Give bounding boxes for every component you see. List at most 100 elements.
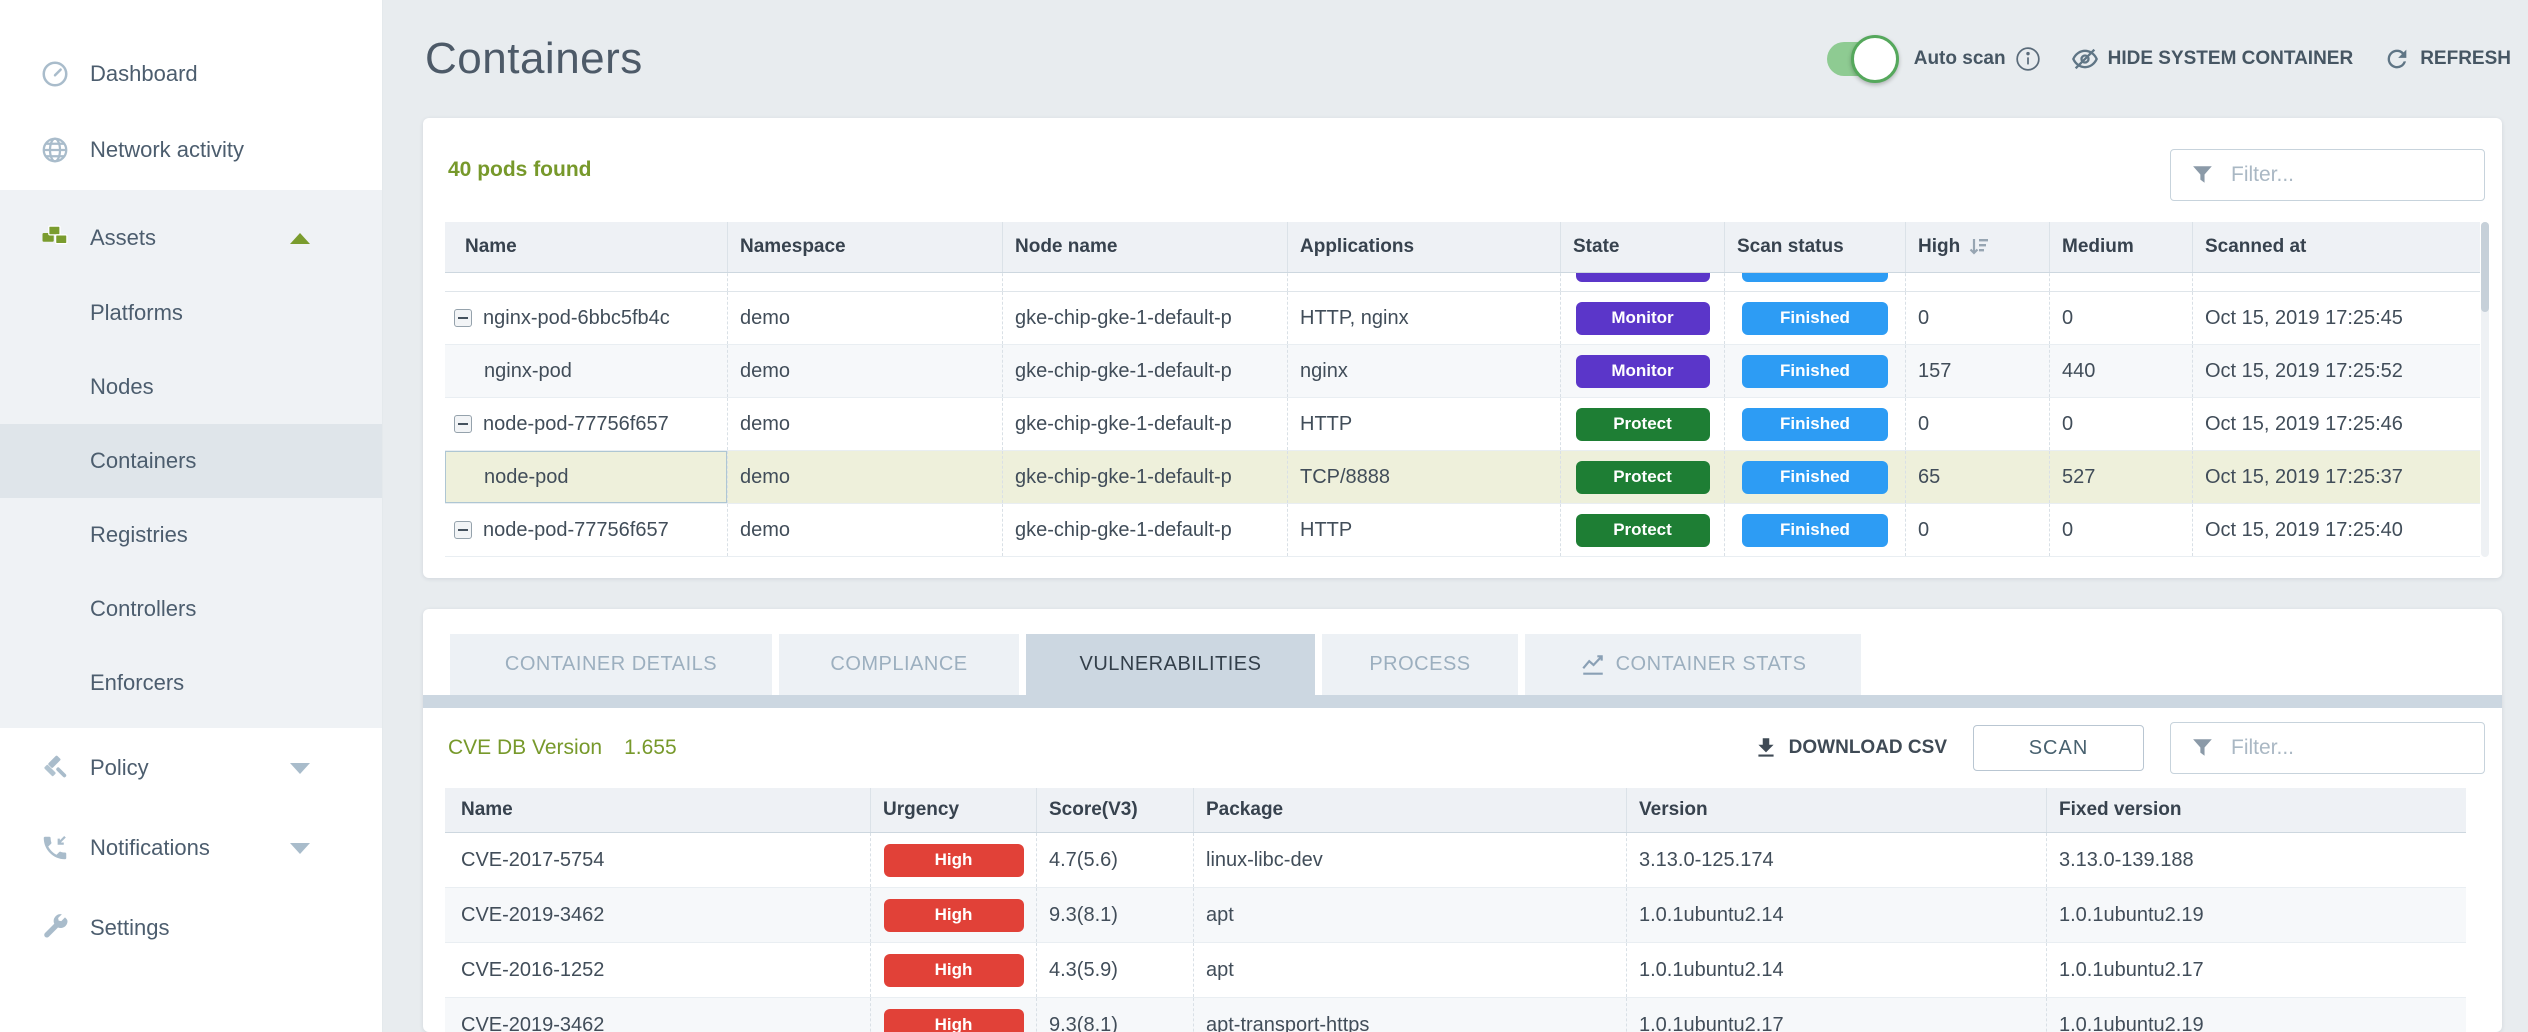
hide-system-container-button[interactable]: HIDE SYSTEM CONTAINER — [2071, 45, 2354, 73]
cve-package: apt — [1193, 888, 1626, 942]
column-header-applications[interactable]: Applications — [1287, 222, 1560, 272]
tab-process[interactable]: PROCESS — [1322, 634, 1518, 695]
cve-row[interactable]: CVE-2019-3462 High 9.3(8.1) apt 1.0.1ubu… — [445, 888, 2466, 943]
sort-desc-icon — [1968, 236, 1992, 258]
sidebar-item-nodes[interactable]: Nodes — [0, 350, 382, 424]
download-csv-button[interactable]: DOWNLOAD CSV — [1753, 735, 1947, 761]
hide-system-container-label: HIDE SYSTEM CONTAINER — [2108, 48, 2354, 70]
column-header-state[interactable]: State — [1560, 222, 1724, 272]
cve-row[interactable]: CVE-2016-1252 High 4.3(5.9) apt 1.0.1ubu… — [445, 943, 2466, 998]
cve-version: 1.0.1ubuntu2.14 — [1626, 888, 2046, 942]
column-header-urgency[interactable]: Urgency — [870, 788, 1036, 832]
column-header-score[interactable]: Score(V3) — [1036, 788, 1193, 832]
state-badge: Protect — [1576, 514, 1710, 547]
column-header-medium[interactable]: Medium — [2049, 222, 2192, 272]
sidebar-item-enforcers[interactable]: Enforcers — [0, 646, 382, 720]
collapse-row-icon[interactable] — [454, 415, 472, 433]
pods-card: 40 pods found Name Namespace Node name A… — [423, 118, 2502, 578]
column-header-package[interactable]: Package — [1193, 788, 1626, 832]
cve-package: linux-libc-dev — [1193, 833, 1626, 887]
table-row[interactable]: node-pod-77756f657 demo gke-chip-gke-1-d… — [445, 504, 2480, 557]
scan-status-badge: Finished — [1742, 461, 1888, 494]
column-header-name[interactable]: Name — [445, 222, 727, 272]
auto-scan-control: Auto scan — [1827, 42, 2041, 76]
cve-package: apt-transport-https — [1193, 998, 1626, 1032]
cve-name: CVE-2016-1252 — [445, 943, 870, 997]
pod-applications: HTTP — [1287, 398, 1560, 450]
scrollbar-thumb[interactable] — [2481, 222, 2489, 312]
pods-filter-input[interactable] — [2170, 149, 2485, 201]
column-header-scan-status[interactable]: Scan status — [1724, 222, 1905, 272]
scan-status-badge: Finished — [1742, 514, 1888, 547]
column-header-high[interactable]: High — [1905, 222, 2049, 272]
pod-scanned-at: Oct 15, 2019 17:25:45 — [2192, 292, 2480, 344]
sidebar-item-label: Dashboard — [90, 61, 198, 87]
table-row-partial[interactable]: Monitor Finished — [445, 273, 2480, 292]
tab-container-stats[interactable]: CONTAINER STATS — [1525, 634, 1861, 695]
cve-row[interactable]: CVE-2019-3462 High 9.3(8.1) apt-transpor… — [445, 998, 2466, 1032]
tab-container-details[interactable]: CONTAINER DETAILS — [450, 634, 772, 695]
sidebar-item-controllers[interactable]: Controllers — [0, 572, 382, 646]
sidebar-item-settings[interactable]: Settings — [0, 888, 382, 968]
sidebar-item-platforms[interactable]: Platforms — [0, 276, 382, 350]
vulnerabilities-filter-input[interactable] — [2170, 722, 2485, 774]
pod-namespace: demo — [727, 345, 1002, 397]
tab-compliance[interactable]: COMPLIANCE — [779, 634, 1019, 695]
column-header-namespace[interactable]: Namespace — [727, 222, 1002, 272]
pod-namespace: demo — [727, 451, 1002, 503]
state-badge: Protect — [1576, 408, 1710, 441]
cve-package: apt — [1193, 943, 1626, 997]
pod-medium-count: 0 — [2049, 292, 2192, 344]
vulnerabilities-filter — [2170, 722, 2485, 774]
chart-icon — [1580, 652, 1606, 678]
cve-version: 3.13.0-125.174 — [1626, 833, 2046, 887]
chevron-down-icon[interactable] — [290, 763, 310, 774]
state-badge: Monitor — [1576, 273, 1710, 282]
sidebar-item-policy[interactable]: Policy — [0, 728, 382, 808]
column-header-node-name[interactable]: Node name — [1002, 222, 1287, 272]
refresh-button[interactable]: REFRESH — [2383, 45, 2511, 73]
cve-version: 1.0.1ubuntu2.14 — [1626, 943, 2046, 997]
sidebar-item-registries[interactable]: Registries — [0, 498, 382, 572]
pod-name: node-pod-77756f657 — [483, 413, 669, 436]
column-header-version[interactable]: Version — [1626, 788, 2046, 832]
pod-node: gke-chip-gke-1-default-p — [1002, 451, 1287, 503]
column-header-cve-name[interactable]: Name — [445, 788, 870, 832]
state-badge: Monitor — [1576, 355, 1710, 388]
auto-scan-toggle[interactable] — [1827, 42, 1889, 76]
pods-table-header: Name Namespace Node name Applications St… — [445, 222, 2480, 273]
tab-vulnerabilities[interactable]: VULNERABILITIES — [1026, 634, 1315, 695]
info-icon[interactable] — [2015, 46, 2041, 72]
table-row[interactable]: node-pod-77756f657 demo gke-chip-gke-1-d… — [445, 398, 2480, 451]
sidebar-item-containers[interactable]: Containers — [0, 424, 382, 498]
cve-score: 9.3(8.1) — [1036, 888, 1193, 942]
sidebar-item-notifications[interactable]: Notifications — [0, 808, 382, 888]
column-header-fixed-version[interactable]: Fixed version — [2046, 788, 2466, 832]
urgency-badge: High — [884, 844, 1024, 877]
chevron-up-icon[interactable] — [290, 233, 310, 244]
sidebar-item-dashboard[interactable]: Dashboard — [0, 36, 382, 112]
column-header-scanned-at[interactable]: Scanned at — [2192, 222, 2480, 272]
gauge-icon — [40, 59, 70, 89]
table-row[interactable]: nginx-pod demo gke-chip-gke-1-default-p … — [445, 345, 2480, 398]
sidebar-item-label: Enforcers — [90, 670, 184, 696]
cve-version: 1.0.1ubuntu2.17 — [1626, 998, 2046, 1032]
sidebar-item-assets[interactable]: Assets — [0, 200, 382, 276]
refresh-icon — [2383, 45, 2411, 73]
pods-table-body: Monitor Finished nginx-pod-6bbc5fb4c dem… — [445, 273, 2480, 557]
collapse-row-icon[interactable] — [454, 521, 472, 539]
sidebar-item-network-activity[interactable]: Network activity — [0, 112, 382, 188]
cve-fixed-version: 3.13.0-139.188 — [2046, 833, 2466, 887]
collapse-row-icon[interactable] — [454, 309, 472, 327]
table-row[interactable]: nginx-pod-6bbc5fb4c demo gke-chip-gke-1-… — [445, 292, 2480, 345]
download-csv-label: DOWNLOAD CSV — [1789, 737, 1947, 759]
state-badge: Protect — [1576, 461, 1710, 494]
chevron-down-icon[interactable] — [290, 843, 310, 854]
pod-applications: HTTP, nginx — [1287, 292, 1560, 344]
sidebar-item-label: Settings — [90, 915, 170, 941]
table-row-selected[interactable]: node-pod demo gke-chip-gke-1-default-p T… — [445, 451, 2480, 504]
scan-button[interactable]: SCAN — [1973, 725, 2144, 771]
scan-status-badge: Finished — [1742, 355, 1888, 388]
sidebar-item-label: Platforms — [90, 300, 183, 326]
cve-row[interactable]: CVE-2017-5754 High 4.7(5.6) linux-libc-d… — [445, 833, 2466, 888]
